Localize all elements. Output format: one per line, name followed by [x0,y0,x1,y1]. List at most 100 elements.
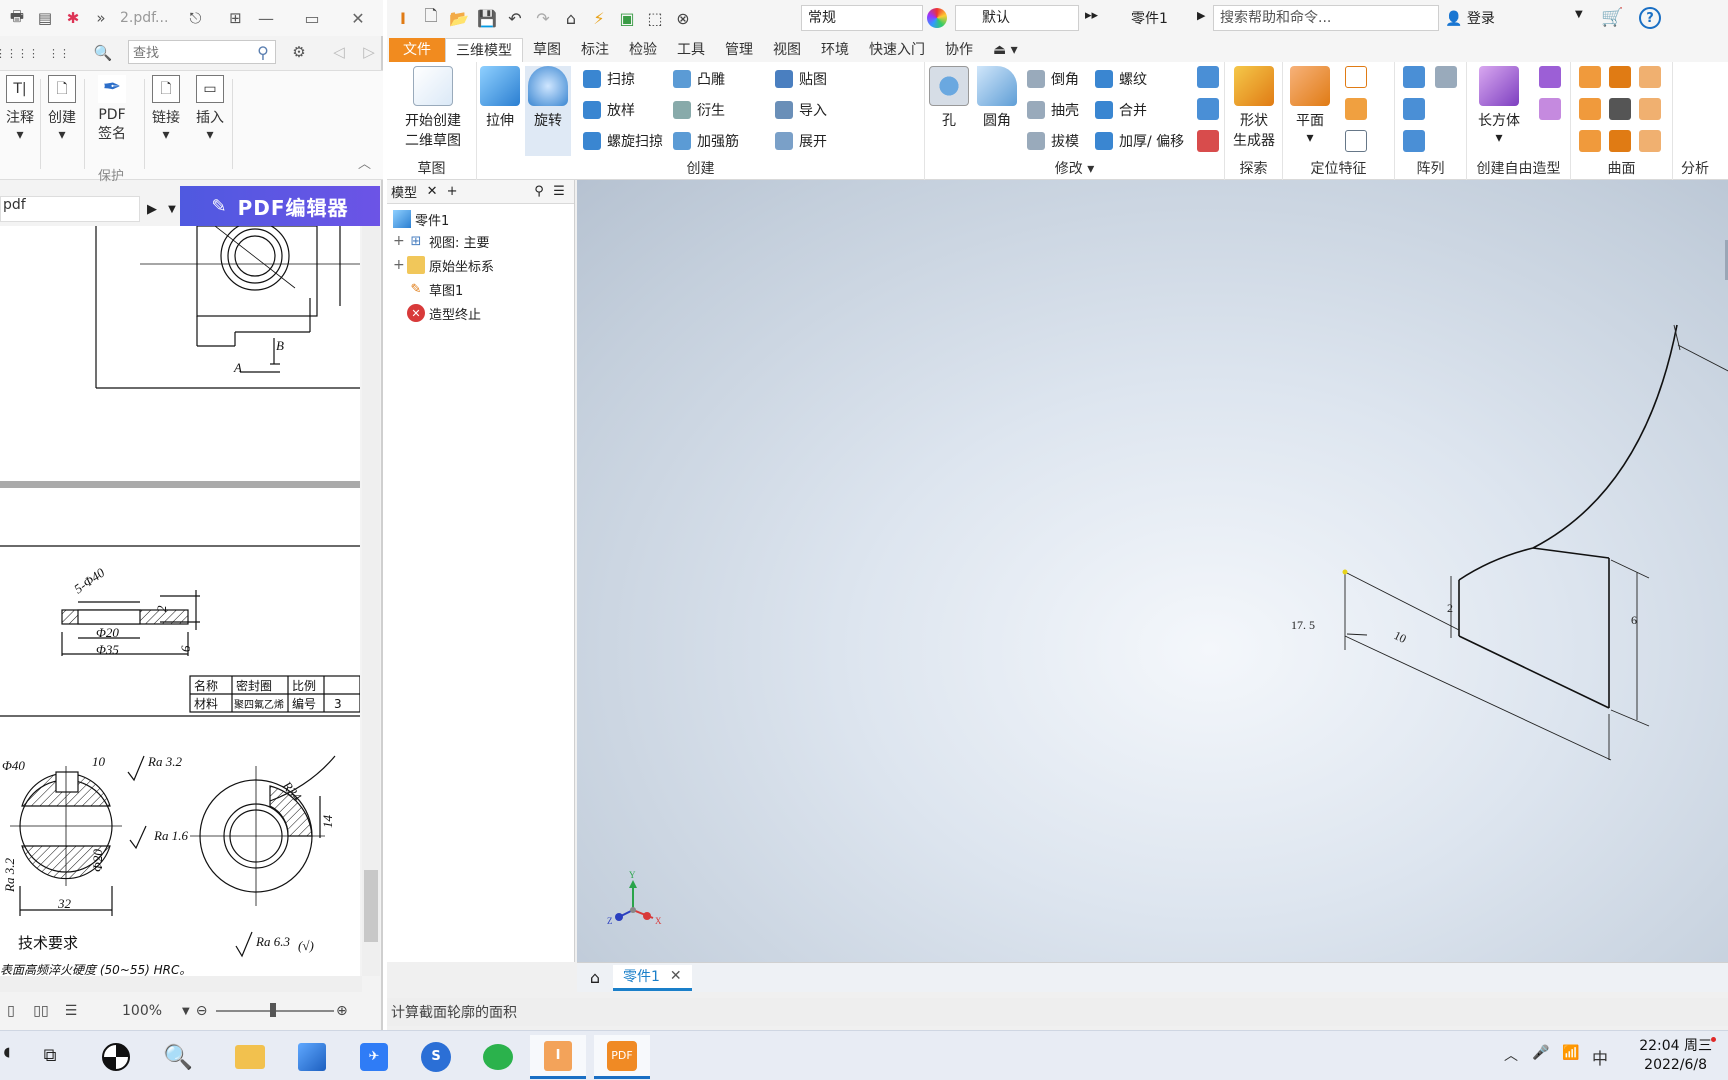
replace-face-icon[interactable] [1579,130,1601,152]
collapse-ribbon-icon[interactable]: ︿ [358,153,371,172]
repair-icon[interactable] [1609,130,1631,152]
delete-face-icon[interactable] [1197,130,1219,152]
tab-sketch[interactable]: 草图 [523,38,571,62]
expand-icon[interactable]: + [393,233,405,249]
select-icon[interactable]: ⬚ [643,6,667,30]
dimension-label[interactable]: 17. 5 [1291,618,1315,632]
tree-item-sketch[interactable]: ✎ 草图1 [393,278,464,300]
pdf-vertical-scrollbar[interactable] [362,226,380,976]
close-icon[interactable]: ✕ [670,968,682,984]
find-icon[interactable]: 🔍 [92,42,114,64]
dimension-label[interactable]: 6 [1631,613,1637,627]
pdf-horizontal-scrollbar[interactable] [0,976,362,992]
undo-icon[interactable]: ↶ [503,6,527,30]
sketch-point[interactable] [1342,569,1348,575]
annotate-button[interactable]: T| 注释 ▾ [0,75,40,143]
freeform-face-icon[interactable] [1539,66,1561,88]
loft-button[interactable]: 放样 [583,97,635,123]
document-tab[interactable]: 零件1 ✕ [613,964,692,991]
tab-view[interactable]: 视图 [763,38,811,62]
search-icon[interactable]: ⚲ [252,41,274,63]
sculpt-icon[interactable] [1609,66,1631,88]
print-icon[interactable]: 🖶 [6,7,28,29]
zoom-out-icon[interactable]: ⊖ [196,1003,208,1019]
wifi-icon[interactable]: 📶 [1562,1045,1579,1061]
tree-item-origin[interactable]: + 原始坐标系 [393,254,494,276]
play-icon[interactable]: ▶ [144,202,160,217]
sketch-arc[interactable] [1532,324,1678,549]
scissors-icon[interactable] [1609,98,1631,120]
extrude-button[interactable]: 拉伸 [477,66,523,130]
login-button[interactable]: 👤 登录 [1445,8,1495,28]
tools-icon[interactable]: ⋮⋮⋮⋮ [0,42,39,64]
search-icon[interactable]: ⚲ [531,184,547,199]
start-icon[interactable]: ◖ [0,1045,14,1060]
home-icon[interactable]: ⌂ [559,6,583,30]
rectangular-pattern-icon[interactable] [1403,66,1425,88]
taskbar-app-wechat[interactable] [470,1035,526,1079]
more-arrows-icon[interactable]: ▸▸ [1085,8,1098,23]
tree-item-end-of-part[interactable]: ✕ 造型终止 [393,302,481,324]
taskbar-app-feishu[interactable]: ✈ [346,1035,402,1079]
tab-tools[interactable]: 工具 [667,38,715,62]
save-icon[interactable]: ▤ [34,7,56,29]
dimension-label[interactable]: 10 [1392,628,1409,646]
tree-item-part[interactable]: 零件1 [393,208,449,230]
continuous-icon[interactable]: ☰ [60,1003,82,1019]
patch-icon[interactable] [1639,66,1661,88]
split-icon[interactable] [1197,66,1219,88]
measure-icon[interactable]: ▣ [615,6,639,30]
mirror-icon[interactable] [1435,66,1457,88]
taskbar-app-explorer[interactable] [222,1035,278,1079]
taskbar-app-search[interactable]: 🔍 [150,1035,206,1079]
link-button[interactable]: 🗋 链接 ▾ [146,75,186,143]
plane-button[interactable]: 平面 ▾ [1287,66,1333,146]
prev-icon[interactable]: ◁ [328,41,350,63]
more-arrows-icon[interactable]: » [90,7,112,29]
ime-indicator[interactable]: 中 [1592,1045,1608,1069]
system-clock[interactable]: 22:04 周三 2022/6/8 [1639,1037,1712,1075]
minimize-button[interactable]: — [254,6,278,30]
extend-icon[interactable] [1639,98,1661,120]
chevron-up-icon[interactable]: ︿ [1504,1045,1518,1065]
fillet-button[interactable]: 圆角 [975,66,1019,130]
insert-button[interactable]: ▭ 插入 ▾ [190,75,230,143]
direct-edit-icon[interactable] [1197,98,1219,120]
zoom-slider-handle[interactable] [270,1003,276,1017]
tab-file[interactable]: 文件 [389,38,445,62]
tab-get-started[interactable]: 快速入门 [859,38,935,62]
tab-manage[interactable]: 管理 [715,38,763,62]
freeform-convert-icon[interactable] [1539,98,1561,120]
material-icon[interactable]: ⊗ [671,6,695,30]
sweep-button[interactable]: 扫掠 [583,66,635,92]
help-search-input[interactable]: 搜索帮助和命令... [1213,5,1439,31]
single-page-icon[interactable]: ▯ [0,1003,22,1019]
share-icon[interactable]: ⎋ [184,7,206,29]
zoom-in-icon[interactable]: ⊕ [336,1003,348,1019]
chevron-down-icon[interactable]: ▼ [182,1006,190,1017]
inventor-logo-icon[interactable]: I [391,6,415,30]
trim-icon[interactable] [1579,98,1601,120]
ribbon-options-icon[interactable]: ⏏ ▾ [983,38,1028,62]
combine-button[interactable]: 合并 [1095,97,1147,123]
tree-item-view[interactable]: + ⊞ 视图: 主要 [393,230,490,252]
thicken-button[interactable]: 加厚/ 偏移 [1095,128,1184,154]
derive-button[interactable]: 衍生 [673,97,725,123]
scroll-thumb[interactable] [364,870,378,942]
chamfer-button[interactable]: 倒角 [1027,66,1079,92]
tab-annotate[interactable]: 标注 [571,38,619,62]
coil-button[interactable]: 螺旋扫掠 [583,128,663,154]
draft-button[interactable]: 拔模 [1027,128,1079,154]
unfold-button[interactable]: 展开 [775,128,827,154]
settings-icon[interactable]: ⚙ [288,41,310,63]
emboss-button[interactable]: 凸雕 [673,66,725,92]
sketch-line[interactable] [1458,635,1610,709]
stitch-icon[interactable] [1579,66,1601,88]
graphics-viewport[interactable]: 20 17. 5 10 2 6 Y X Z [577,180,1728,962]
appearance-dropdown[interactable]: 默认 [955,5,1079,31]
sketch-arc[interactable] [1458,547,1534,581]
modify-group-label[interactable]: 修改 ▾ [925,158,1224,178]
tab-environments[interactable]: 环境 [811,38,859,62]
two-page-icon[interactable]: ▯▯ [28,1003,54,1019]
update-icon[interactable]: ⚡ [587,6,611,30]
